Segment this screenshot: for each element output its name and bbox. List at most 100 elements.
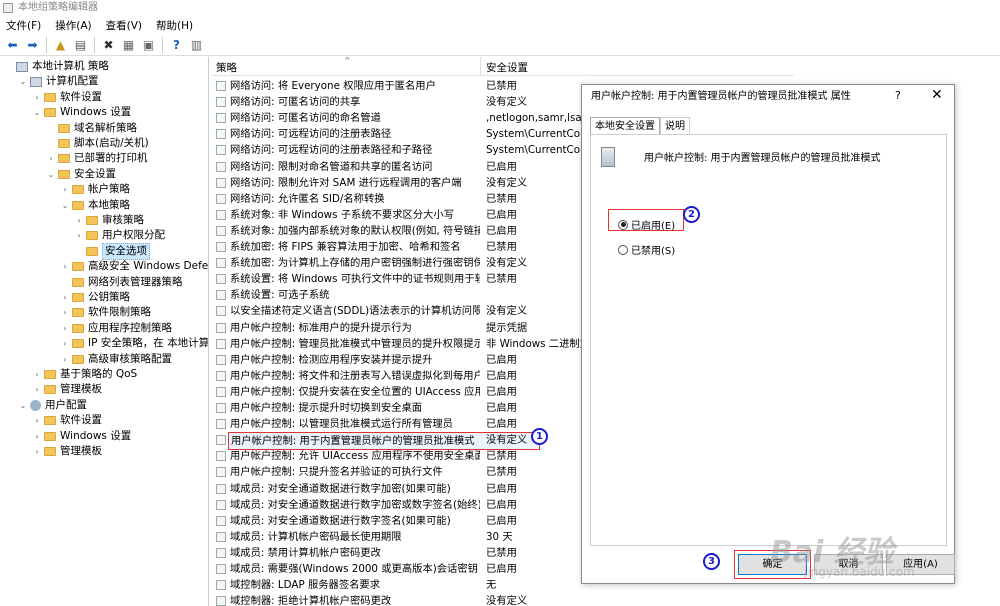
policy-name-cell: 系统设置: 可选子系统: [230, 289, 330, 302]
tree-item[interactable]: 域名解析策略: [46, 121, 137, 136]
policy-setting-icon: [216, 386, 226, 397]
console-icon[interactable]: ▥: [188, 36, 205, 53]
tree-item[interactable]: 脚本(启动/关机): [46, 136, 149, 151]
tree-item[interactable]: › 基于策略的 QoS: [32, 367, 137, 382]
export-list-icon[interactable]: ▣: [140, 36, 157, 53]
policy-name-cell: 用户帐户控制: 标准用户的提升提示行为: [230, 321, 412, 334]
column-header-setting[interactable]: 安全设置: [486, 60, 528, 75]
expand-toggle-icon[interactable]: ›: [46, 151, 56, 166]
sort-arrow-icon: ^: [344, 57, 351, 65]
column-separator[interactable]: [480, 57, 481, 76]
expand-toggle-icon[interactable]: ›: [74, 213, 84, 228]
expand-toggle-icon[interactable]: ⌄: [18, 398, 28, 413]
properties-icon[interactable]: ▦: [120, 36, 137, 53]
folder-icon: [86, 231, 98, 241]
policy-setting-icon: [216, 225, 226, 236]
expand-toggle-icon[interactable]: ›: [60, 336, 70, 351]
tree-item[interactable]: ⌄ 安全设置: [46, 167, 116, 182]
expand-toggle-icon[interactable]: ›: [60, 352, 70, 367]
tree-item[interactable]: › 帐户策略: [60, 182, 130, 197]
forward-icon[interactable]: ➡: [24, 36, 41, 53]
column-header-policy[interactable]: 策略: [216, 60, 237, 75]
tree-item[interactable]: ⌄ 用户配置: [18, 398, 87, 413]
menu-help[interactable]: 帮助(H): [156, 18, 193, 33]
tree-item[interactable]: 安全选项: [74, 242, 150, 260]
radio-enabled-dot[interactable]: [618, 219, 628, 230]
folder-icon: [58, 123, 70, 133]
tree-item[interactable]: › 管理模板: [32, 382, 102, 397]
tree-item[interactable]: › 软件设置: [32, 90, 102, 105]
tab-explain[interactable]: 说明: [660, 117, 690, 135]
menu-action[interactable]: 操作(A): [55, 18, 91, 33]
security-setting-cell: 没有定义: [486, 176, 528, 189]
tree-item[interactable]: › 审核策略: [74, 213, 144, 228]
tree-item-label: 帐户策略: [88, 183, 130, 196]
tree-item[interactable]: › 已部署的打印机: [46, 151, 147, 166]
show-hide-tree-icon[interactable]: ▤: [72, 36, 89, 53]
tree-item[interactable]: › 公钥策略: [60, 290, 130, 305]
tab-local-security-setting[interactable]: 本地安全设置: [590, 117, 660, 135]
radio-enabled[interactable]: 已启用(E): [618, 217, 675, 232]
expand-toggle-icon[interactable]: ›: [32, 367, 42, 382]
tree-item[interactable]: ⌄ 计算机配置: [18, 74, 99, 89]
folder-icon: [86, 246, 98, 256]
expand-toggle-icon[interactable]: ›: [60, 259, 70, 274]
tree-item[interactable]: ⌄ Windows 设置: [32, 105, 132, 120]
tree-item[interactable]: › 高级安全 Windows Defender: [60, 259, 208, 274]
tree-item[interactable]: ⌄ 本地策略: [60, 198, 130, 213]
delete-icon[interactable]: ✖: [100, 36, 117, 53]
back-icon[interactable]: ⬅: [4, 36, 21, 53]
up-folder-icon[interactable]: ▲: [52, 36, 69, 53]
security-setting-cell: 已启用: [486, 498, 517, 511]
expand-toggle-icon[interactable]: ⌄: [32, 105, 42, 120]
policy-name-cell: 域成员: 计算机帐户密码最长使用期限: [230, 530, 402, 543]
toolbar: ⬅ ➡ ▲ ▤ ✖ ▦ ▣ ? ▥: [0, 34, 1000, 56]
folder-icon: [44, 370, 56, 379]
policy-setting-icon: [216, 354, 226, 365]
tree-item[interactable]: › 高级审核策略配置: [60, 352, 172, 367]
tree-item[interactable]: 本地计算机 策略: [4, 59, 109, 74]
tree-item[interactable]: › 软件设置: [32, 413, 102, 428]
dialog-help-button[interactable]: ?: [895, 89, 901, 102]
expand-toggle-icon[interactable]: ›: [60, 305, 70, 320]
tree-item[interactable]: › IP 安全策略，在 本地计算机: [60, 336, 208, 351]
tree-item-label: 域名解析策略: [74, 121, 137, 134]
expand-toggle-icon[interactable]: ›: [32, 90, 42, 105]
folder-icon: [44, 416, 56, 426]
help-icon[interactable]: ?: [168, 36, 185, 53]
policy-setting-icon: [216, 81, 226, 91]
expand-toggle-icon[interactable]: ›: [60, 290, 70, 305]
security-setting-cell: 已启用: [486, 402, 517, 414]
expand-toggle-icon[interactable]: ›: [32, 382, 42, 397]
security-setting-cell: 非 Windows 二进制文...: [486, 337, 586, 350]
expand-toggle-icon[interactable]: ›: [60, 321, 70, 336]
tree-item[interactable]: › 应用程序控制策略: [60, 321, 172, 336]
dialog-close-button[interactable]: ✕: [931, 87, 943, 103]
policy-name-cell: 用户帐户控制: 将文件和注册表写入错误虚拟化到每用户位置: [230, 369, 480, 382]
tree-item[interactable]: › 软件限制策略: [60, 305, 151, 320]
tree-item[interactable]: › 用户权限分配: [74, 228, 165, 243]
expand-toggle-icon[interactable]: ›: [32, 429, 42, 444]
tree-item[interactable]: › Windows 设置: [32, 429, 131, 444]
expand-toggle-icon[interactable]: ›: [32, 444, 42, 459]
expand-toggle-icon[interactable]: ›: [32, 413, 42, 428]
security-setting-cell: 30 天: [486, 530, 513, 543]
expand-toggle-icon[interactable]: ⌄: [18, 74, 28, 89]
expand-toggle-icon[interactable]: ›: [60, 182, 70, 197]
policy-name-cell: 系统设置: 将 Windows 可执行文件中的证书规则用于软件...: [230, 273, 480, 286]
table-row[interactable]: 域控制器: 拒绝计算机帐户密码更改 没有定义: [212, 593, 794, 606]
radio-disabled-dot[interactable]: [618, 244, 628, 255]
expand-toggle-icon[interactable]: ⌄: [60, 198, 70, 213]
policy-name-cell: 用户帐户控制: 允许 UIAccess 应用程序不使用安全桌面...: [230, 450, 480, 463]
folder-icon: [72, 354, 84, 364]
policy-setting-icon: [216, 547, 226, 558]
menu-file[interactable]: 文件(F): [6, 18, 41, 33]
expand-toggle-icon[interactable]: ⌄: [46, 167, 56, 182]
tab-panel: [590, 134, 947, 546]
tree-item[interactable]: 网络列表管理器策略: [60, 275, 183, 290]
radio-disabled[interactable]: 已禁用(S): [618, 242, 675, 257]
security-setting-cell: 已禁用: [486, 450, 517, 463]
menu-view[interactable]: 查看(V): [106, 18, 142, 33]
tree-item[interactable]: › 管理模板: [32, 444, 102, 459]
expand-toggle-icon[interactable]: ›: [74, 228, 84, 243]
